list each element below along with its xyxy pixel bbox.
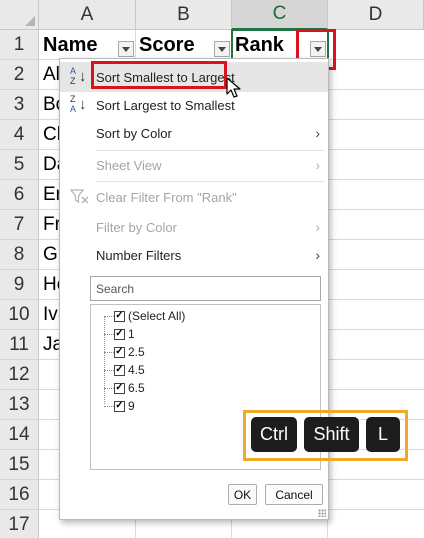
filter-value-label: 9 [128, 399, 135, 413]
name-cell[interactable]: Fr [40, 210, 59, 240]
header-cell-score[interactable]: Score [136, 30, 216, 60]
filter-by-color-item[interactable]: Filter by Color › [60, 212, 328, 242]
checkbox[interactable]: ✓ [114, 310, 125, 322]
filter-value-label: 4.5 [128, 363, 145, 377]
select-all-corner[interactable] [0, 0, 39, 30]
resize-grip-icon[interactable] [318, 509, 326, 517]
filter-value-item[interactable]: ✓ 4.5 [104, 361, 145, 379]
number-filters-item[interactable]: Number Filters › [60, 240, 328, 270]
name-cell[interactable]: Da [40, 150, 59, 180]
sort-descending-item[interactable]: Z A ↓ Sort Largest to Smallest [60, 90, 328, 120]
key-ctrl: Ctrl [251, 417, 297, 452]
row-header[interactable]: 2 [0, 60, 39, 90]
row-header[interactable]: 15 [0, 450, 39, 480]
filter-value-item[interactable]: ✓ 1 [104, 325, 135, 343]
column-header-b[interactable]: B [136, 0, 232, 30]
keyboard-shortcut: Ctrl Shift L [243, 410, 408, 461]
row-header[interactable]: 3 [0, 90, 39, 120]
checkbox[interactable]: ✓ [114, 382, 125, 394]
row-header[interactable]: 13 [0, 390, 39, 420]
filter-value-item[interactable]: ✓ 2.5 [104, 343, 145, 361]
row-header[interactable]: 1 [0, 30, 39, 60]
name-cell[interactable]: Bo [40, 90, 59, 120]
mouse-pointer-icon [226, 77, 241, 98]
sort-ascending-icon: A Z ↓ [70, 66, 87, 86]
row-header[interactable]: 10 [0, 300, 39, 330]
chevron-right-icon: › [315, 219, 320, 235]
filter-value-select-all[interactable]: ✓ (Select All) [104, 307, 185, 325]
name-cell[interactable]: Gr [40, 240, 59, 270]
column-header-a[interactable]: A [39, 0, 136, 30]
name-cell[interactable]: He [40, 270, 59, 300]
row-header[interactable]: 11 [0, 330, 39, 360]
chevron-right-icon: › [315, 247, 320, 263]
filter-dropdown-icon[interactable] [118, 41, 134, 57]
name-cell[interactable]: Er [40, 180, 59, 210]
sort-descending-icon: Z A ↓ [70, 94, 87, 114]
row-header[interactable]: 4 [0, 120, 39, 150]
column-header-c[interactable]: C [232, 0, 328, 30]
row-header[interactable]: 8 [0, 240, 39, 270]
row-header[interactable]: 12 [0, 360, 39, 390]
key-shift: Shift [304, 417, 359, 452]
number-filters-label: Number Filters [96, 247, 182, 263]
sort-by-color-label: Sort by Color [96, 125, 172, 141]
row-header[interactable]: 17 [0, 510, 39, 538]
sort-descending-label: Sort Largest to Smallest [96, 97, 235, 113]
sort-by-color-item[interactable]: Sort by Color › [60, 118, 328, 148]
search-input[interactable]: Search [90, 276, 321, 301]
row-header[interactable]: 9 [0, 270, 39, 300]
filter-value-item[interactable]: ✓ 6.5 [104, 379, 145, 397]
filter-value-label: 1 [128, 327, 135, 341]
checkbox[interactable]: ✓ [114, 364, 125, 376]
row-header[interactable]: 7 [0, 210, 39, 240]
checkbox[interactable]: ✓ [114, 400, 125, 412]
clear-filter-item[interactable]: Clear Filter From "Rank" [60, 182, 328, 212]
clear-filter-icon [70, 189, 89, 204]
sort-ascending-highlight [91, 61, 227, 89]
name-cell[interactable]: Al [40, 60, 59, 90]
ok-button[interactable]: OK [228, 484, 257, 505]
filter-value-label: (Select All) [128, 309, 186, 323]
key-l: L [366, 417, 400, 452]
name-cell[interactable]: Iv [40, 300, 59, 330]
row-header[interactable]: 14 [0, 420, 39, 450]
header-cell-name[interactable]: Name [40, 30, 120, 60]
name-cell[interactable]: Ch [40, 120, 59, 150]
checkbox[interactable]: ✓ [114, 328, 125, 340]
row-header[interactable]: 6 [0, 180, 39, 210]
filter-by-color-label: Filter by Color [96, 219, 177, 235]
chevron-right-icon: › [315, 125, 320, 141]
clear-filter-label: Clear Filter From "Rank" [96, 189, 237, 205]
filter-value-label: 2.5 [128, 345, 145, 359]
filter-dropdown-icon[interactable] [214, 41, 230, 57]
column-header-d[interactable]: D [328, 0, 424, 30]
row-header[interactable]: 5 [0, 150, 39, 180]
filter-value-label: 6.5 [128, 381, 145, 395]
row-header[interactable]: 16 [0, 480, 39, 510]
filter-value-item[interactable]: ✓ 9 [104, 397, 135, 415]
name-cell[interactable]: Ja [40, 330, 59, 360]
chevron-right-icon: › [315, 157, 320, 173]
sheet-view-label: Sheet View [96, 157, 162, 173]
sheet-view-item[interactable]: Sheet View › [60, 150, 328, 180]
checkbox[interactable]: ✓ [114, 346, 125, 358]
cancel-button[interactable]: Cancel [265, 484, 323, 505]
